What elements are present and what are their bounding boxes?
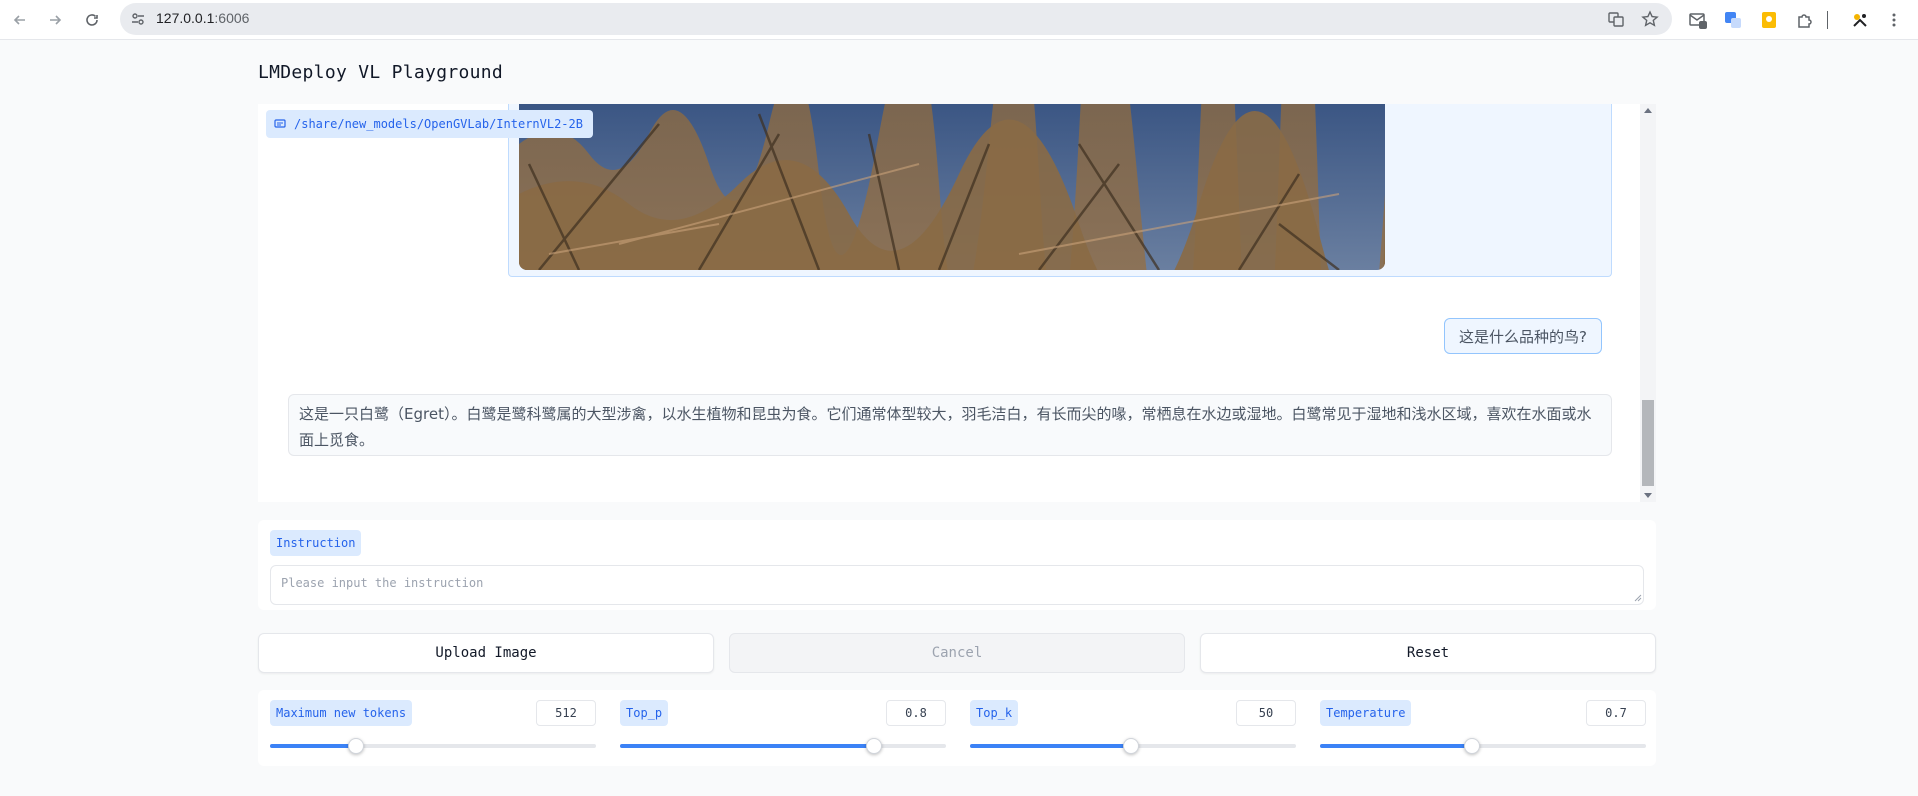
resize-handle-icon[interactable] [1634, 594, 1642, 602]
max-new-tokens-label: Maximum new tokens [270, 700, 413, 726]
user-image-message [508, 104, 1612, 277]
temperature-thumb[interactable] [1463, 738, 1480, 754]
scroll-thumb[interactable] [1642, 400, 1654, 486]
generation-settings: Maximum new tokens Top_p Top_k Temperatu… [258, 690, 1656, 766]
top-p-input[interactable] [886, 700, 946, 726]
translate-extension-icon[interactable] [1721, 8, 1745, 32]
profile-avatar-icon[interactable] [1848, 8, 1872, 32]
site-info-icon[interactable] [130, 11, 146, 27]
extensions-puzzle-icon[interactable] [1793, 8, 1817, 32]
uploaded-bird-image [519, 104, 1385, 270]
model-name-badge: /share/new_models/OpenGVLab/InternVL2-2B [266, 110, 593, 138]
translate-icon[interactable] [1604, 7, 1628, 31]
temperature-label: Temperature [1320, 700, 1412, 726]
top-p-slider: Top_p [620, 700, 946, 760]
instruction-label: Instruction [270, 530, 362, 556]
max-new-tokens-track[interactable] [270, 738, 596, 754]
more-menu-icon[interactable] [1882, 8, 1906, 32]
temperature-slider: Temperature [1320, 700, 1646, 760]
temperature-input[interactable] [1586, 700, 1646, 726]
gmail-extension-icon[interactable] [1686, 8, 1710, 32]
bot-message-bubble: 这是一只白鹭（Egret）。白鹭是鹭科鹭属的大型涉禽，以水生植物和昆虫为食。它们… [288, 394, 1612, 456]
top-k-slider: Top_k [970, 700, 1296, 760]
top-k-track[interactable] [970, 738, 1296, 754]
bookmark-star-icon[interactable] [1638, 7, 1662, 31]
upload-image-button[interactable]: Upload Image [258, 633, 714, 673]
top-p-label: Top_p [620, 700, 669, 726]
max-new-tokens-thumb[interactable] [348, 738, 365, 754]
reload-icon[interactable] [80, 8, 104, 32]
toolbar-divider [1822, 8, 1832, 32]
max-new-tokens-input[interactable] [536, 700, 596, 726]
reset-button[interactable]: Reset [1200, 633, 1656, 673]
address-bar[interactable]: 127.0.0.1:6006 [120, 3, 1672, 35]
instruction-input[interactable] [270, 565, 1644, 605]
url-text: 127.0.0.1:6006 [156, 10, 250, 26]
scroll-up-arrow-icon[interactable] [1644, 108, 1652, 113]
scroll-down-arrow-icon[interactable] [1644, 493, 1652, 498]
back-icon[interactable] [8, 8, 32, 32]
forward-icon[interactable] [43, 8, 67, 32]
browser-toolbar: 127.0.0.1:6006 [0, 0, 1918, 40]
model-path-label: /share/new_models/OpenGVLab/InternVL2-2B [294, 117, 583, 131]
top-k-thumb[interactable] [1123, 738, 1140, 754]
chatbot-panel: /share/new_models/OpenGVLab/InternVL2-2B… [258, 104, 1656, 502]
top-k-input[interactable] [1236, 700, 1296, 726]
page-title: LMDeploy VL Playground [258, 62, 504, 83]
top-p-track[interactable] [620, 738, 946, 754]
top-k-label: Top_k [970, 700, 1019, 726]
max-new-tokens-slider: Maximum new tokens [270, 700, 596, 760]
temperature-track[interactable] [1320, 738, 1646, 754]
instruction-panel: Instruction [258, 520, 1656, 610]
chat-bubble-icon [274, 119, 286, 128]
user-message-bubble: 这是什么品种的鸟? [1444, 318, 1602, 354]
top-p-thumb[interactable] [866, 738, 883, 754]
chat-scrollbar[interactable] [1640, 104, 1656, 502]
keep-extension-icon[interactable] [1757, 8, 1781, 32]
cancel-button[interactable]: Cancel [729, 633, 1185, 673]
